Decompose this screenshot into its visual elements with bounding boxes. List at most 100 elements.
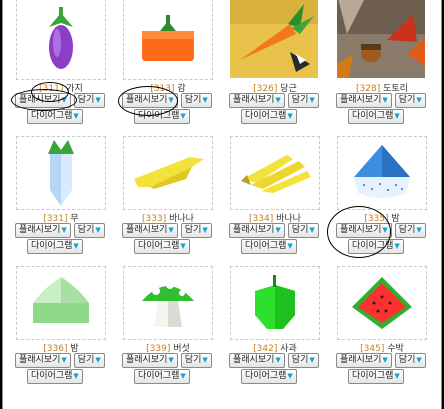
diagram-button[interactable]: 다이어그램 ▼ bbox=[348, 239, 404, 254]
origami-grid: [311] 가지 플래시보기 ▼ 담기 ▼ 다이어그램 ▼ [313] 감 플래… bbox=[9, 0, 434, 388]
add-to-bag-label: 담기 bbox=[398, 225, 416, 235]
add-to-bag-button[interactable]: 담기 ▼ bbox=[394, 93, 426, 108]
item-card: [345] 수박 플래시보기 ▼ 담기 ▼ 다이어그램 ▼ bbox=[330, 260, 434, 388]
flash-view-label: 플래시보기 bbox=[19, 225, 61, 235]
add-to-bag-button[interactable]: 담기 ▼ bbox=[394, 223, 426, 238]
diagram-button[interactable]: 다이어그램 ▼ bbox=[134, 239, 190, 254]
flash-view-button[interactable]: 플래시보기 ▼ bbox=[336, 93, 392, 108]
page-frame: [311] 가지 플래시보기 ▼ 담기 ▼ 다이어그램 ▼ [313] 감 플래… bbox=[2, 0, 442, 409]
diagram-label: 다이어그램 bbox=[352, 371, 394, 381]
flash-view-button[interactable]: 플래시보기 ▼ bbox=[122, 93, 178, 108]
flash-view-button[interactable]: 플래시보기 ▼ bbox=[15, 353, 71, 368]
flash-view-label: 플래시보기 bbox=[233, 95, 275, 105]
diagram-label: 다이어그램 bbox=[352, 241, 394, 251]
flash-view-button[interactable]: 플래시보기 ▼ bbox=[15, 223, 71, 238]
add-to-bag-button[interactable]: 담기 ▼ bbox=[180, 93, 212, 108]
dropdown-arrow-icon: ▼ bbox=[275, 96, 281, 104]
thumbnail[interactable] bbox=[123, 136, 213, 210]
flash-view-button[interactable]: 플래시보기 ▼ bbox=[122, 353, 178, 368]
thumbnail[interactable] bbox=[123, 0, 213, 80]
radish-icon bbox=[48, 140, 74, 206]
flash-view-button[interactable]: 플래시보기 ▼ bbox=[122, 223, 178, 238]
add-to-bag-label: 담기 bbox=[184, 355, 202, 365]
thumbnail[interactable] bbox=[16, 0, 106, 80]
flash-view-button[interactable]: 플래시보기 ▼ bbox=[15, 93, 71, 108]
item-card: [331] 무 플래시보기 ▼ 담기 ▼ 다이어그램 ▼ bbox=[9, 130, 113, 258]
dropdown-arrow-icon: ▼ bbox=[416, 356, 422, 364]
thumbnail[interactable] bbox=[230, 0, 318, 78]
flash-view-label: 플래시보기 bbox=[19, 355, 61, 365]
add-to-bag-label: 담기 bbox=[77, 355, 95, 365]
add-to-bag-button[interactable]: 담기 ▼ bbox=[394, 353, 426, 368]
dropdown-arrow-icon: ▼ bbox=[275, 226, 281, 234]
dropdown-arrow-icon: ▼ bbox=[416, 96, 422, 104]
dropdown-arrow-icon: ▼ bbox=[309, 96, 315, 104]
flash-view-label: 플래시보기 bbox=[126, 95, 168, 105]
add-to-bag-button[interactable]: 담기 ▼ bbox=[287, 353, 319, 368]
flash-view-button[interactable]: 플래시보기 ▼ bbox=[229, 353, 285, 368]
dropdown-arrow-icon: ▼ bbox=[95, 96, 101, 104]
dropdown-arrow-icon: ▼ bbox=[95, 356, 101, 364]
carrot-photo bbox=[230, 0, 318, 78]
flash-view-button[interactable]: 플래시보기 ▼ bbox=[336, 353, 392, 368]
diagram-button[interactable]: 다이어그램 ▼ bbox=[27, 369, 83, 384]
thumbnail[interactable] bbox=[123, 266, 213, 340]
item-card: [339] 버섯 플래시보기 ▼ 담기 ▼ 다이어그램 ▼ bbox=[116, 260, 220, 388]
flash-view-label: 플래시보기 bbox=[340, 225, 382, 235]
add-to-bag-button[interactable]: 담기 ▼ bbox=[73, 353, 105, 368]
dropdown-arrow-icon: ▼ bbox=[287, 372, 293, 380]
diagram-button[interactable]: 다이어그램 ▼ bbox=[27, 239, 83, 254]
add-to-bag-button[interactable]: 담기 ▼ bbox=[180, 223, 212, 238]
diagram-button[interactable]: 다이어그램 ▼ bbox=[241, 369, 297, 384]
thumbnail[interactable] bbox=[16, 266, 106, 340]
apple-icon bbox=[255, 275, 295, 329]
thumbnail[interactable] bbox=[337, 0, 425, 78]
flash-view-button[interactable]: 플래시보기 ▼ bbox=[336, 223, 392, 238]
dropdown-arrow-icon: ▼ bbox=[309, 226, 315, 234]
diagram-button[interactable]: 다이어그램 ▼ bbox=[241, 239, 297, 254]
diagram-label: 다이어그램 bbox=[31, 111, 73, 121]
thumbnail[interactable] bbox=[337, 266, 427, 340]
diagram-button[interactable]: 다이어그램 ▼ bbox=[27, 109, 83, 124]
item-card: [333] 바나나 플래시보기 ▼ 담기 ▼ 다이어그램 ▼ bbox=[116, 130, 220, 258]
flash-view-button[interactable]: 플래시보기 ▼ bbox=[229, 93, 285, 108]
dropdown-arrow-icon: ▼ bbox=[394, 242, 400, 250]
diagram-button[interactable]: 다이어그램 ▼ bbox=[134, 369, 190, 384]
item-card: [313] 감 플래시보기 ▼ 담기 ▼ 다이어그램 ▼ bbox=[116, 0, 220, 128]
item-card: [336] 밤 플래시보기 ▼ 담기 ▼ 다이어그램 ▼ bbox=[9, 260, 113, 388]
dropdown-arrow-icon: ▼ bbox=[95, 226, 101, 234]
item-card: [311] 가지 플래시보기 ▼ 담기 ▼ 다이어그램 ▼ bbox=[9, 0, 113, 128]
dropdown-arrow-icon: ▼ bbox=[168, 356, 174, 364]
diagram-label: 다이어그램 bbox=[245, 241, 287, 251]
flash-view-label: 플래시보기 bbox=[126, 225, 168, 235]
dropdown-arrow-icon: ▼ bbox=[275, 356, 281, 364]
item-card: [328] 도토리 플래시보기 ▼ 담기 ▼ 다이어그램 ▼ bbox=[330, 0, 434, 128]
thumbnail[interactable] bbox=[230, 136, 320, 210]
add-to-bag-button[interactable]: 담기 ▼ bbox=[73, 223, 105, 238]
add-to-bag-label: 담기 bbox=[291, 355, 309, 365]
dropdown-arrow-icon: ▼ bbox=[309, 356, 315, 364]
mushroom-icon bbox=[142, 281, 194, 327]
diagram-button[interactable]: 다이어그램 ▼ bbox=[241, 109, 297, 124]
flash-view-label: 플래시보기 bbox=[233, 225, 275, 235]
add-to-bag-button[interactable]: 담기 ▼ bbox=[180, 353, 212, 368]
diagram-button[interactable]: 다이어그램 ▼ bbox=[134, 109, 190, 124]
thumbnail[interactable] bbox=[230, 266, 320, 340]
diagram-button[interactable]: 다이어그램 ▼ bbox=[348, 109, 404, 124]
flash-view-label: 플래시보기 bbox=[340, 95, 382, 105]
flash-view-button[interactable]: 플래시보기 ▼ bbox=[229, 223, 285, 238]
thumbnail[interactable] bbox=[16, 136, 106, 210]
add-to-bag-button[interactable]: 담기 ▼ bbox=[287, 223, 319, 238]
persimmon-icon bbox=[142, 15, 194, 61]
flash-view-label: 플래시보기 bbox=[19, 95, 61, 105]
dropdown-arrow-icon: ▼ bbox=[202, 96, 208, 104]
diagram-label: 다이어그램 bbox=[31, 241, 73, 251]
add-to-bag-button[interactable]: 담기 ▼ bbox=[73, 93, 105, 108]
thumbnail[interactable] bbox=[337, 136, 427, 210]
diagram-button[interactable]: 다이어그램 ▼ bbox=[348, 369, 404, 384]
add-to-bag-button[interactable]: 담기 ▼ bbox=[287, 93, 319, 108]
watermelon-icon bbox=[352, 277, 412, 329]
add-to-bag-label: 담기 bbox=[398, 355, 416, 365]
item-card: [335] 밤 플래시보기 ▼ 담기 ▼ 다이어그램 ▼ bbox=[330, 130, 434, 258]
dropdown-arrow-icon: ▼ bbox=[61, 356, 67, 364]
